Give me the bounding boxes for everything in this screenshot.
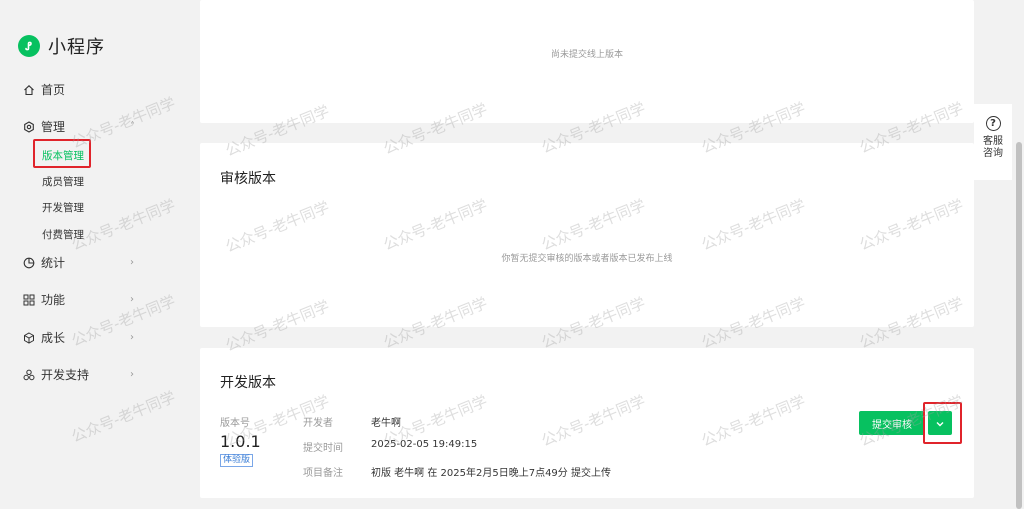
online-version-card: 尚未提交线上版本 <box>200 0 974 123</box>
customer-service-float[interactable]: ? 客服咨询 <box>974 104 1012 180</box>
sidebar-item-label: 开发支持 <box>41 368 90 382</box>
trial-badge[interactable]: 体验版 <box>220 454 254 467</box>
help-icon: ? <box>985 116 1001 131</box>
dev-version-card: 开发版本 版本号 1.0.1 体验版 开发者 老牛啊 提交时间 2025-02-… <box>200 348 974 498</box>
sidebar-item-label: 管理 <box>41 120 66 134</box>
sidebar-item-home[interactable]: 首页 <box>22 81 142 98</box>
sidebar-item-stats[interactable]: 统计 › <box>22 254 142 271</box>
sidebar: 小程序 首页 管理 ˄ 版本管理 成员管理 开发管理 付费管理 统计 › 功能 … <box>0 0 200 509</box>
submit-review-button[interactable]: 提交审核 <box>859 411 925 435</box>
submit-time-value: 2025-02-05 19:49:15 <box>371 439 478 450</box>
grid-icon <box>22 293 35 306</box>
highlight-box <box>923 402 962 444</box>
developer-label: 开发者 <box>303 418 333 429</box>
stats-icon <box>22 256 35 269</box>
note-label: 项目备注 <box>303 468 343 479</box>
review-version-card: 审核版本 你暂无提交审核的版本或者版本已发布上线 <box>200 143 974 327</box>
sidebar-item-label: 成长 <box>41 331 66 345</box>
miniprogram-logo-icon <box>18 35 40 57</box>
chevron-up-icon: ˄ <box>130 121 135 132</box>
scrollbar-thumb[interactable] <box>1016 142 1022 509</box>
growth-icon <box>22 331 35 344</box>
sidebar-subitem-members[interactable]: 成员管理 <box>42 174 84 189</box>
sidebar-item-dev-support[interactable]: 开发支持 › <box>22 366 142 383</box>
sidebar-item-manage[interactable]: 管理 ˄ <box>22 118 142 135</box>
chevron-right-icon: › <box>130 332 134 343</box>
highlight-box <box>33 139 91 168</box>
sidebar-item-growth[interactable]: 成长 › <box>22 329 142 346</box>
sidebar-subitem-dev-manage[interactable]: 开发管理 <box>42 200 84 215</box>
dev-version-title: 开发版本 <box>220 375 276 391</box>
sidebar-item-label: 统计 <box>41 256 66 270</box>
submit-time-label: 提交时间 <box>303 443 343 454</box>
brand-name: 小程序 <box>48 37 105 58</box>
sidebar-item-features[interactable]: 功能 › <box>22 291 142 308</box>
brand[interactable]: 小程序 <box>18 33 105 59</box>
review-empty-text: 你暂无提交审核的版本或者版本已发布上线 <box>501 254 673 264</box>
chevron-right-icon: › <box>130 257 134 268</box>
review-version-title: 审核版本 <box>220 171 276 187</box>
chevron-right-icon: › <box>130 294 134 305</box>
sidebar-subitem-payment[interactable]: 付费管理 <box>42 227 84 242</box>
sidebar-item-label: 功能 <box>41 293 66 307</box>
developer-value: 老牛啊 <box>371 418 401 429</box>
version-label: 版本号 <box>220 418 250 429</box>
dev-support-icon <box>22 368 35 381</box>
online-empty-text: 尚未提交线上版本 <box>550 50 623 60</box>
home-icon <box>22 83 35 96</box>
chevron-right-icon: › <box>130 369 134 380</box>
version-number: 1.0.1 <box>220 432 261 451</box>
sidebar-item-label: 首页 <box>41 83 66 97</box>
settings-icon <box>22 120 35 133</box>
customer-service-label: 客服咨询 <box>983 136 1003 159</box>
note-value: 初版 老牛啊 在 2025年2月5日晚上7点49分 提交上传 <box>371 468 611 479</box>
